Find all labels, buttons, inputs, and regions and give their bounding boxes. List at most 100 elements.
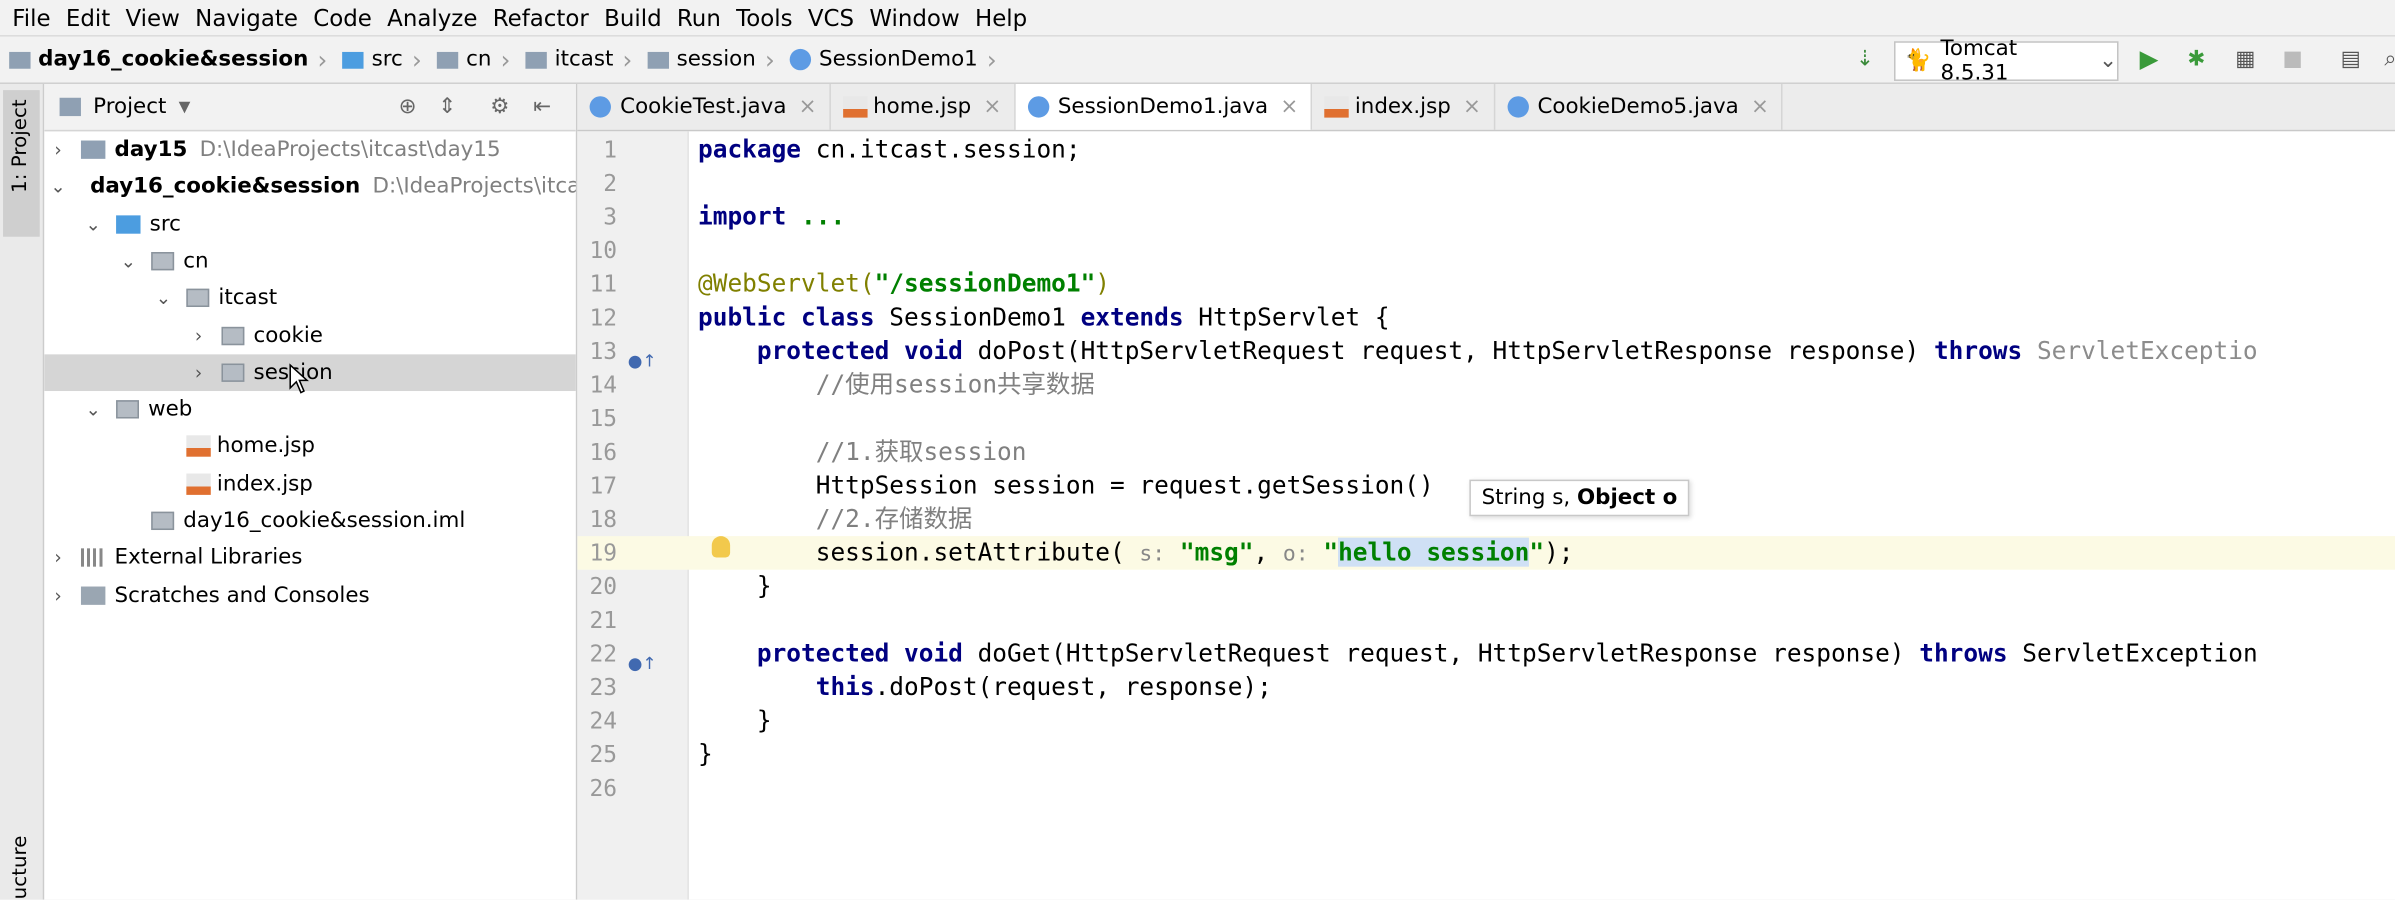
chevron-down-icon[interactable]: ⌄ [86, 213, 101, 234]
breadcrumb-src[interactable]: src › [342, 45, 428, 74]
chevron-down-icon[interactable]: ⌄ [156, 287, 171, 308]
code-line[interactable]: 19 session.setAttribute( s: "msg", o: "h… [577, 536, 2395, 570]
tree-item[interactable]: ⌄ cn [44, 243, 576, 280]
code-line[interactable]: 22 protected void doGet(HttpServletReque… [577, 637, 2395, 671]
chevron-right-icon[interactable]: › [191, 325, 206, 346]
chevron-down-icon[interactable]: ⌄ [50, 176, 65, 197]
menu-edit[interactable]: Edit [66, 4, 110, 31]
tree-item[interactable]: ⌄ itcast [44, 280, 576, 317]
menu-help[interactable]: Help [975, 4, 1027, 31]
close-tab-icon[interactable]: × [1463, 95, 1481, 119]
breadcrumb-session[interactable]: session › [647, 45, 781, 74]
hide-panel-icon[interactable]: ⇤ [533, 95, 551, 119]
tree-item[interactable]: › cookie [44, 317, 576, 354]
menu-file[interactable]: File [12, 4, 50, 31]
menu-refactor[interactable]: Refactor [493, 4, 589, 31]
close-tab-icon[interactable]: × [983, 95, 1001, 119]
tree-item[interactable]: › Scratches and Consoles [44, 577, 576, 614]
locate-icon[interactable]: ⊕ [399, 95, 417, 119]
breadcrumb-itcast[interactable]: itcast › [525, 45, 639, 74]
menu-navigate[interactable]: Navigate [195, 4, 298, 31]
vcs-update-icon[interactable]: ⇣ [1851, 46, 1878, 73]
chevron-right-icon[interactable]: › [50, 584, 65, 605]
code-line[interactable]: 25} [577, 738, 2395, 772]
tree-item[interactable]: index.jsp [44, 465, 576, 502]
code-token: //1.获取session [698, 436, 1027, 466]
collapse-all-icon[interactable]: ⇕ [438, 95, 456, 119]
lightbulb-icon[interactable] [711, 536, 731, 558]
editor-tab[interactable]: CookieDemo5.java × [1495, 84, 1783, 130]
code-line[interactable]: 16 //1.获取session [577, 435, 2395, 469]
code-line[interactable]: 14 //使用session共享数据 [577, 368, 2395, 402]
code-line[interactable]: 1 package cn.itcast.session; [577, 133, 2395, 167]
menu-window[interactable]: Window [869, 4, 959, 31]
project-tool-tab[interactable]: 1: Project [3, 90, 40, 237]
stop-icon[interactable]: ■ [2279, 46, 2306, 73]
code-text: } [698, 704, 772, 738]
chevron-right-icon[interactable]: › [50, 139, 65, 160]
tree-item[interactable]: ⌄ src [44, 206, 576, 243]
editor-tab[interactable]: SessionDemo1.java × [1015, 84, 1313, 130]
debug-icon[interactable]: ✱ [2183, 46, 2210, 73]
breadcrumb-cn[interactable]: cn › [437, 45, 516, 74]
code-line[interactable]: 12 public class SessionDemo1 extends Http… [577, 301, 2395, 335]
chevron-right-icon[interactable]: › [191, 362, 206, 383]
code-line[interactable]: 23 this.doPost(request, response); [577, 671, 2395, 705]
close-tab-icon[interactable]: × [799, 95, 817, 119]
editor-tab[interactable]: home.jsp × [830, 84, 1016, 130]
tree-item[interactable]: › day15 D:\IdeaProjects\itcast\day15 [44, 131, 576, 168]
dropdown-triangle-icon[interactable]: ▼ [179, 99, 191, 116]
tree-item[interactable]: › External Libraries [44, 540, 576, 577]
menu-build[interactable]: Build [604, 4, 662, 31]
coverage-icon[interactable]: ▦ [2232, 46, 2259, 73]
menu-analyze[interactable]: Analyze [387, 4, 477, 31]
settings-gear-icon[interactable]: ⚙ [490, 95, 509, 119]
code-token: doGet(HttpServletRequest request, HttpSe… [962, 638, 1920, 668]
package-icon [437, 51, 459, 68]
tree-item[interactable]: home.jsp [44, 428, 576, 465]
parameter-info-tooltip: String s, Object o [1469, 479, 1690, 517]
breadcrumb-module[interactable]: day16_cookie&session › [9, 45, 333, 74]
line-number: 1 [603, 135, 618, 164]
chevron-down-icon[interactable]: ⌄ [86, 399, 101, 420]
project-view-icon [59, 97, 81, 117]
code-line[interactable]: 13 protected void doPost(HttpServletRequ… [577, 335, 2395, 369]
project-structure-icon[interactable]: ▤ [2337, 46, 2364, 73]
tree-item[interactable]: ⌄ day16_cookie&session D:\IdeaProjects\itc… [44, 168, 575, 205]
code-line[interactable]: 3 import ... [577, 200, 2395, 234]
close-tab-icon[interactable]: × [1280, 95, 1298, 119]
search-icon[interactable]: ⌕ [2377, 46, 2395, 73]
tree-item[interactable]: ›session [44, 354, 576, 391]
menu-vcs[interactable]: VCS [808, 4, 854, 31]
editor-tab[interactable]: index.jsp × [1312, 84, 1495, 130]
code-line[interactable]: 24 } [577, 704, 2395, 738]
override-method-icon[interactable]: ●↑ [628, 351, 657, 371]
code-line[interactable]: 20 } [577, 570, 2395, 604]
code-editor[interactable]: 1 package cn.itcast.session; 2 3 import ... 1… [577, 131, 2395, 900]
code-line[interactable]: 2 [577, 166, 2395, 200]
source-folder-icon [116, 214, 141, 234]
code-line[interactable]: 15 [577, 402, 2395, 436]
tree-item-label: src [149, 211, 181, 237]
run-icon[interactable]: ▶ [2135, 45, 2162, 73]
run-config-select[interactable]: 🐈 Tomcat 8.5.31 ⌄ [1894, 37, 2119, 86]
menu-tools[interactable]: Tools [736, 4, 792, 31]
code-line[interactable]: 11 @WebServlet("/sessionDemo1") [577, 267, 2395, 301]
code-line[interactable]: 10 [577, 234, 2395, 268]
project-view-select[interactable]: Project [93, 95, 166, 119]
editor-tab[interactable]: CookieTest.java × [577, 84, 831, 130]
code-text: session.setAttribute( s: "msg", o: "hell… [698, 536, 1574, 571]
tree-item[interactable]: ⌄ web [44, 391, 576, 428]
menu-run[interactable]: Run [677, 4, 721, 31]
code-line[interactable]: 26 [577, 771, 2395, 805]
chevron-down-icon[interactable]: ⌄ [121, 250, 136, 271]
structure-tool-tab[interactable]: ucture [3, 832, 40, 899]
tree-item[interactable]: day16_cookie&session.iml [44, 503, 576, 540]
menu-view[interactable]: View [126, 4, 180, 31]
menu-code[interactable]: Code [313, 4, 372, 31]
code-line[interactable]: 21 [577, 603, 2395, 637]
override-method-icon[interactable]: ●↑ [628, 654, 657, 674]
chevron-right-icon[interactable]: › [50, 547, 65, 568]
breadcrumb-class[interactable]: SessionDemo1 › [790, 45, 1003, 74]
close-tab-icon[interactable]: × [1751, 95, 1769, 119]
